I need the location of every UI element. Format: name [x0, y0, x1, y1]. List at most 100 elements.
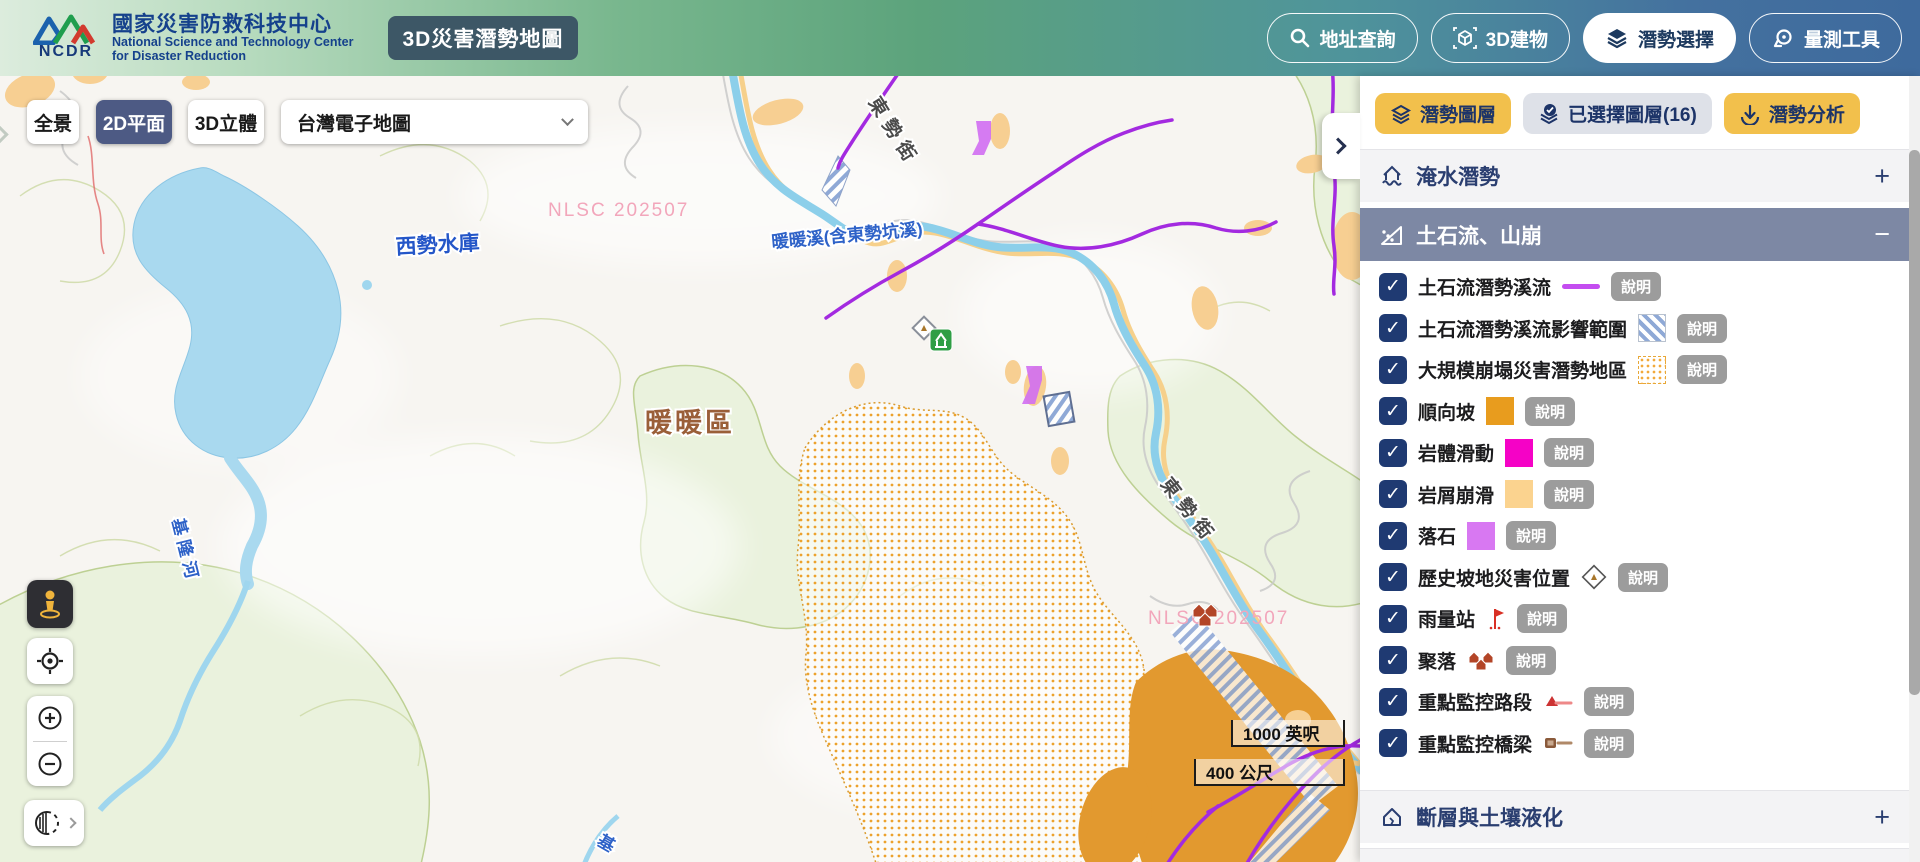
layer-row-rock-slide: 岩體滑動 說明: [1379, 432, 1899, 474]
app-title-badge: 3D災害潛勢地圖: [388, 16, 579, 60]
zoom-in-button[interactable]: [27, 696, 73, 741]
layer-row-monitored-bridges: 重點監控橋梁 說明: [1379, 723, 1899, 765]
view-3d-button[interactable]: 3D立體: [188, 100, 264, 144]
map-viewport[interactable]: NLSC 202507 NLSC 202507 西勢水庫 暖暖區 暖暖溪(含東勢…: [0, 76, 1360, 862]
landslide-icon: [1379, 222, 1405, 248]
basemap-select[interactable]: 台灣電子地圖: [281, 100, 588, 144]
section-title: 斷層與土壤液化: [1416, 802, 1563, 832]
section-flood-potential[interactable]: 淹水潛勢 +: [1360, 149, 1909, 202]
globe-basemap-button[interactable]: [24, 800, 84, 846]
locate-icon: [36, 647, 64, 675]
nav-label: 量測工具: [1804, 25, 1880, 52]
street-view-pegman-button[interactable]: [27, 580, 73, 628]
chevron-right-icon: [1330, 138, 1347, 155]
help-button[interactable]: 說明: [1611, 272, 1661, 301]
layer-row-rain-stations: 雨量站 說明: [1379, 598, 1899, 640]
measure-icon: [1771, 26, 1795, 50]
help-button[interactable]: 說明: [1525, 397, 1575, 426]
layer-label: 岩屑崩滑: [1418, 481, 1494, 508]
tab-label: 潛勢分析: [1769, 100, 1845, 127]
layer-checkbox[interactable]: [1379, 646, 1407, 674]
header-nav: 地址查詢 3D建物 潛勢選擇: [1267, 13, 1902, 63]
pond: [362, 280, 372, 290]
3d-buildings-button[interactable]: 3D建物: [1431, 13, 1570, 63]
layer-label: 重點監控路段: [1418, 688, 1532, 715]
layers-icon: [1390, 103, 1412, 125]
layer-row-influence-range: 土石流潛勢溪流影響範圍 說明: [1379, 308, 1899, 350]
layer-checkbox[interactable]: [1379, 314, 1407, 342]
layer-checkbox[interactable]: [1379, 729, 1407, 757]
help-button[interactable]: 說明: [1517, 604, 1567, 633]
tab-potential-layers[interactable]: 潛勢圖層: [1375, 93, 1511, 134]
layer-checkbox[interactable]: [1379, 688, 1407, 716]
basemap-select-value: 台灣電子地圖: [297, 109, 411, 136]
layer-checkbox[interactable]: [1379, 563, 1407, 591]
help-button[interactable]: 說明: [1506, 521, 1556, 550]
download-icon: [1739, 103, 1761, 125]
section-title: 土石流、山崩: [1416, 220, 1542, 250]
rain-flag-icon: [1486, 607, 1506, 631]
settlement-icon: [1467, 647, 1495, 673]
collapse-icon[interactable]: −: [1874, 221, 1890, 248]
layer-checkbox[interactable]: [1379, 480, 1407, 508]
layer-label: 聚落: [1418, 647, 1456, 674]
layer-label: 落石: [1418, 522, 1456, 549]
layer-checkbox[interactable]: [1379, 605, 1407, 633]
layer-checkbox[interactable]: [1379, 356, 1407, 384]
pegman-icon: [36, 588, 64, 620]
tab-selected-layers[interactable]: 已選擇圖層(16): [1523, 93, 1712, 134]
help-button[interactable]: 說明: [1677, 314, 1727, 343]
reservoir-label: 西勢水庫: [395, 231, 480, 259]
layer-label: 大規模崩塌災害潛勢地區: [1418, 356, 1627, 383]
help-button[interactable]: 說明: [1544, 480, 1594, 509]
layer-checkbox[interactable]: [1379, 439, 1407, 467]
layer-row-rockfall: 落石 說明: [1379, 515, 1899, 557]
sidebar-scrollbar-track[interactable]: [1909, 76, 1920, 862]
view-2d-button[interactable]: 2D平面: [96, 100, 172, 144]
violet-swatch: [1467, 522, 1495, 550]
section-fault-liquefaction[interactable]: 斷層與土壤液化 +: [1360, 790, 1909, 843]
org-text: 國家災害防救科技中心 National Science and Technolo…: [112, 13, 354, 64]
potential-select-button[interactable]: 潛勢選擇: [1583, 13, 1736, 63]
section-debris-flow-landslide[interactable]: 土石流、山崩 −: [1360, 208, 1909, 261]
sidebar-scrollbar-thumb[interactable]: [1909, 150, 1920, 695]
layer-row-monitored-roads: 重點監控路段 說明: [1379, 681, 1899, 723]
help-button[interactable]: 說明: [1544, 438, 1594, 467]
bridge-monitor-icon: [1543, 733, 1573, 753]
tab-label: 潛勢圖層: [1420, 100, 1496, 127]
help-button[interactable]: 說明: [1677, 355, 1727, 384]
layer-checkbox[interactable]: [1379, 273, 1407, 301]
layer-checkbox[interactable]: [1379, 522, 1407, 550]
chevron-down-icon: [561, 113, 574, 126]
scalebar-imperial: 1000 英呎: [1231, 720, 1345, 747]
nlsc-watermark-2: NLSC 202507: [1148, 608, 1289, 629]
help-button[interactable]: 說明: [1584, 687, 1634, 716]
district-label: 暖暖區: [645, 408, 735, 438]
mountain-logo-icon: [33, 13, 99, 45]
layer-label: 順向坡: [1418, 398, 1475, 425]
ncdr-logo: NCDR 國家災害防救科技中心 National Science and Tec…: [30, 13, 354, 64]
app-root: NCDR 國家災害防救科技中心 National Science and Tec…: [0, 0, 1920, 862]
zoom-control: [27, 696, 73, 786]
tab-potential-analysis[interactable]: 潛勢分析: [1724, 93, 1860, 134]
map-view-toolbar: 全景 2D平面 3D立體 台灣電子地圖: [0, 100, 1360, 144]
expand-icon[interactable]: +: [1874, 163, 1890, 190]
layer-row-large-landslide: 大規模崩塌災害潛勢地區 說明: [1379, 349, 1899, 391]
flood-icon: [1379, 163, 1405, 189]
help-button[interactable]: 說明: [1618, 563, 1668, 592]
sidebar-collapse-tab[interactable]: [1322, 113, 1360, 179]
map-canvas[interactable]: NLSC 202507 NLSC 202507 西勢水庫 暖暖區 暖暖溪(含東勢…: [0, 76, 1360, 862]
help-button[interactable]: 說明: [1584, 729, 1634, 758]
zoom-out-button[interactable]: [27, 741, 73, 786]
view-pano-button[interactable]: 全景: [27, 100, 79, 144]
address-search-button[interactable]: 地址查詢: [1267, 13, 1418, 63]
help-button[interactable]: 說明: [1506, 646, 1556, 675]
expand-icon[interactable]: +: [1874, 804, 1890, 831]
plus-icon: [36, 704, 64, 732]
layers-check-icon: [1538, 103, 1560, 125]
globe-icon: [33, 809, 61, 837]
measure-tools-button[interactable]: 量測工具: [1749, 13, 1902, 63]
layers-icon: [1605, 26, 1629, 50]
locate-me-button[interactable]: [27, 638, 73, 684]
layer-checkbox[interactable]: [1379, 397, 1407, 425]
